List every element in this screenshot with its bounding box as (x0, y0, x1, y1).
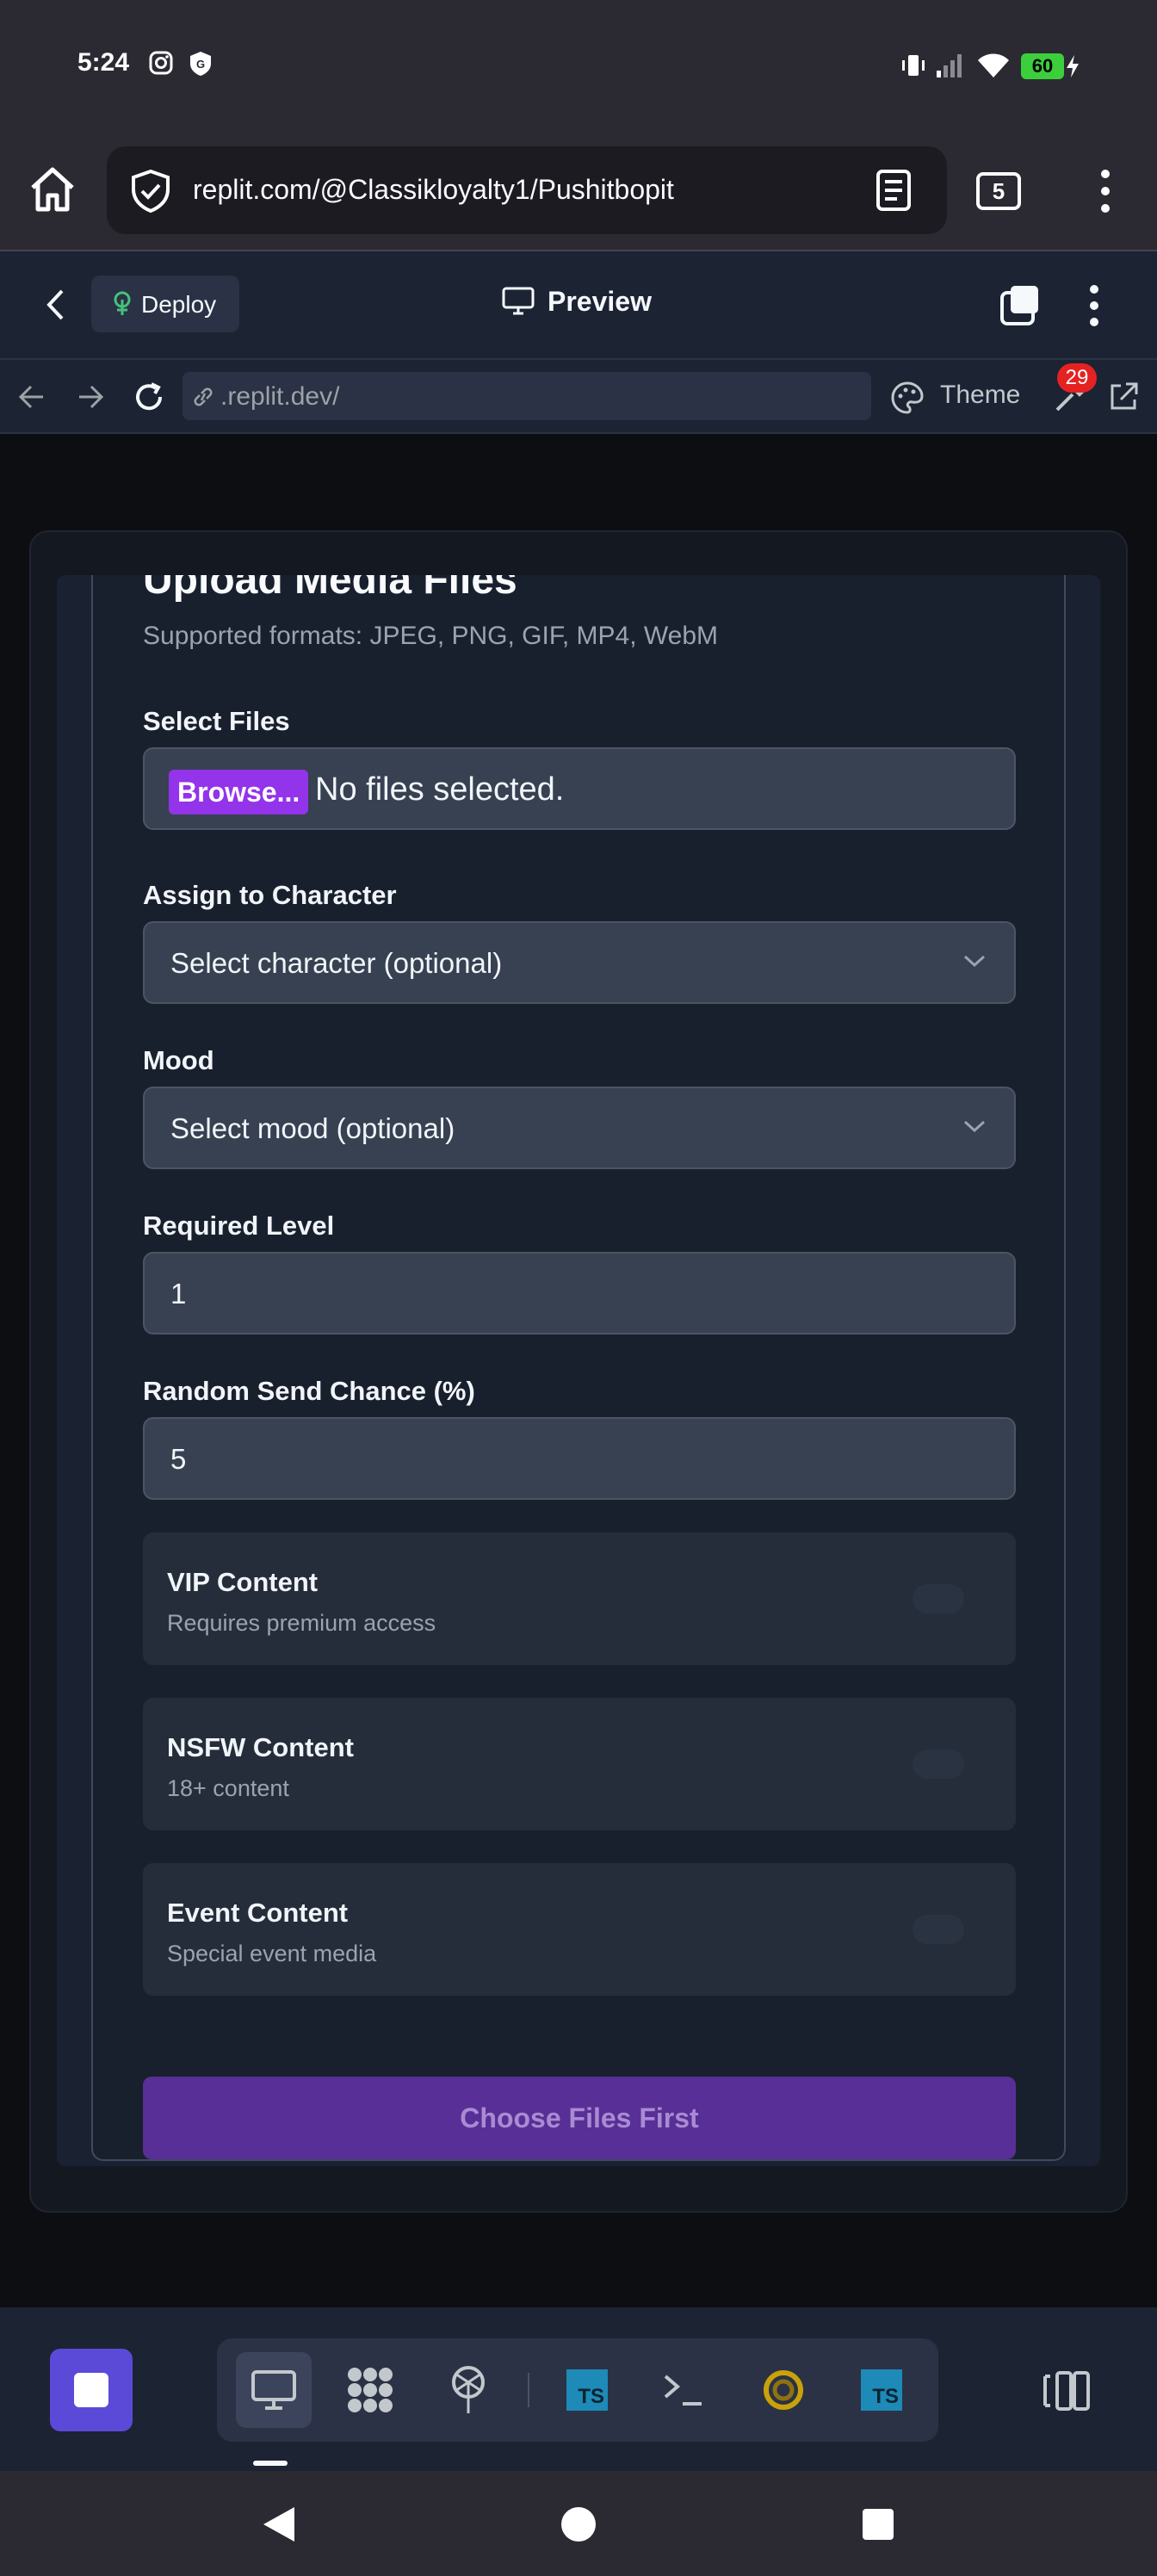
monitor-icon (251, 2370, 296, 2410)
active-tab-indicator (253, 2461, 288, 2466)
grid-dots-icon (348, 2368, 393, 2412)
typescript-icon: TS (861, 2369, 902, 2411)
deploy-icon (114, 291, 131, 315)
replit-dock: TS TS (0, 2307, 1157, 2471)
event-title: Event Content (167, 1898, 349, 1928)
back-arrow-icon[interactable] (17, 382, 46, 412)
chevron-down-icon (963, 955, 986, 968)
svg-text:G: G (196, 58, 205, 71)
system-nav-bar (0, 2471, 1157, 2576)
site-shield-icon[interactable] (129, 169, 172, 214)
level-label: Required Level (143, 1211, 335, 1241)
home-icon[interactable] (28, 165, 77, 214)
instagram-icon (149, 51, 173, 75)
nav-recents-icon[interactable] (861, 2507, 895, 2542)
character-select[interactable]: Select character (optional) (143, 921, 1016, 1004)
nav-back-icon[interactable] (260, 2504, 298, 2545)
event-toggle-card[interactable]: Event Content Special event media (143, 1863, 1016, 1996)
new-tab-icon[interactable] (999, 284, 1042, 327)
nsfw-switch[interactable] (913, 1749, 964, 1779)
nav-home-icon[interactable] (560, 2505, 597, 2543)
wifi-icon (978, 53, 1009, 77)
back-chevron-icon[interactable] (45, 288, 65, 322)
mood-select[interactable]: Select mood (optional) (143, 1087, 1016, 1169)
reload-icon[interactable] (133, 381, 165, 413)
vibrate-icon (902, 55, 925, 76)
tool-ts-file-1[interactable]: TS (549, 2352, 625, 2428)
nsfw-title: NSFW Content (167, 1732, 354, 1762)
chevron-down-icon (963, 1120, 986, 1133)
select-files-label: Select Files (143, 706, 290, 736)
tab-count-button[interactable]: 5 (976, 172, 1021, 210)
character-label: Assign to Character (143, 880, 397, 910)
charging-icon (1067, 55, 1079, 77)
character-select-value: Select character (optional) (170, 947, 503, 979)
open-external-icon[interactable] (1107, 381, 1140, 413)
chance-input[interactable]: 5 (143, 1417, 1016, 1500)
level-input[interactable]: 1 (143, 1252, 1016, 1334)
browse-button[interactable]: Browse... (169, 770, 309, 814)
address-text[interactable]: replit.com/@Classikloyalty1/Pushitbopit (193, 174, 674, 206)
deploy-button[interactable]: Deploy (91, 276, 239, 332)
address-bar[interactable]: replit.com/@Classikloyalty1/Pushitbopit (107, 146, 947, 234)
tool-preview[interactable] (236, 2352, 312, 2428)
nsfw-desc: 18+ content (167, 1775, 289, 1801)
upload-subtitle: Supported formats: JPEG, PNG, GIF, MP4, … (143, 622, 718, 650)
swirl-icon (764, 2370, 803, 2410)
file-input[interactable]: Browse... No files selected. (143, 747, 1016, 830)
shield-app-icon: G (190, 52, 211, 76)
deploy-label: Deploy (141, 291, 217, 318)
layout-toggle-icon[interactable] (1042, 2369, 1092, 2412)
event-desc: Special event media (167, 1941, 377, 1966)
level-input-value[interactable]: 1 (170, 1278, 186, 1310)
webview-content: Upload Media Files Supported formats: JP… (0, 434, 1157, 2307)
tool-workflows[interactable] (332, 2352, 408, 2428)
dock-separator (528, 2373, 529, 2407)
replit-header: Deploy Preview (0, 251, 1157, 360)
webview-url-field[interactable]: .replit.dev/ (183, 372, 871, 420)
mood-select-value: Select mood (optional) (170, 1112, 455, 1144)
status-bar: 5:24 G 60 (0, 0, 1157, 131)
signal-icon (937, 54, 962, 77)
browser-menu-icon[interactable] (1095, 169, 1116, 214)
webview-toolbar: .replit.dev/ Theme 29 (0, 360, 1157, 434)
preview-title: Preview (548, 286, 652, 317)
typescript-icon: TS (566, 2369, 608, 2411)
event-switch[interactable] (913, 1915, 964, 1944)
upload-title: Upload Media Files (143, 575, 517, 603)
mood-label: Mood (143, 1045, 214, 1075)
vip-title: VIP Content (167, 1567, 319, 1597)
nsfw-toggle-card[interactable]: NSFW Content 18+ content (143, 1698, 1016, 1830)
chance-input-value[interactable]: 5 (170, 1443, 186, 1476)
vip-toggle-card[interactable]: VIP Content Requires premium access (143, 1533, 1016, 1665)
stop-button[interactable] (50, 2349, 133, 2431)
tool-tabs: TS TS (217, 2338, 938, 2442)
status-time: 5:24 (77, 48, 130, 77)
upload-card: Upload Media Files Supported formats: JP… (91, 575, 1066, 2161)
vip-switch[interactable] (913, 1584, 964, 1613)
theme-button[interactable]: Theme (940, 381, 1020, 410)
link-icon (194, 387, 213, 406)
webview-url-text[interactable]: .replit.dev/ (220, 382, 339, 412)
vip-desc: Requires premium access (167, 1610, 436, 1636)
reader-mode-icon[interactable] (875, 169, 913, 212)
tool-deployments[interactable] (430, 2352, 506, 2428)
tool-ts-file-2[interactable]: TS (844, 2352, 919, 2428)
chance-label: Random Send Chance (%) (143, 1376, 475, 1406)
terminal-icon (664, 2375, 702, 2406)
devtools-badge: 29 (1057, 363, 1097, 393)
palette-icon[interactable] (890, 381, 925, 415)
pane-menu-icon[interactable] (1086, 284, 1102, 327)
tool-integration[interactable] (746, 2352, 821, 2428)
deploy-icon (452, 2366, 485, 2413)
upload-submit-button[interactable]: Choose Files First (143, 2077, 1016, 2159)
tool-shell[interactable] (646, 2352, 721, 2428)
file-status-text: No files selected. (315, 771, 565, 808)
battery-indicator: 60 (1021, 53, 1064, 79)
forward-arrow-icon[interactable] (76, 382, 105, 412)
monitor-icon (502, 287, 535, 315)
